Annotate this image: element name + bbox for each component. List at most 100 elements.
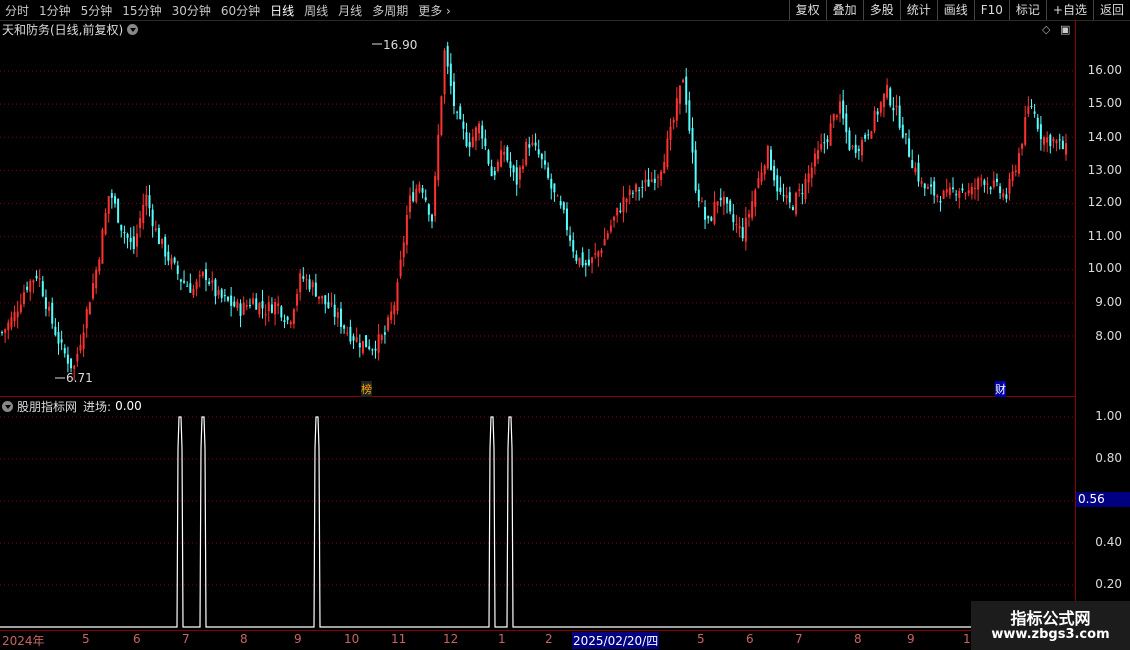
candle-body xyxy=(892,107,895,111)
x-label: 1 xyxy=(498,632,506,646)
candle-body xyxy=(980,178,983,180)
candle-body xyxy=(857,149,860,151)
candle-body xyxy=(747,213,750,218)
candle-body xyxy=(647,179,650,187)
candle-body xyxy=(625,198,628,203)
candle-body xyxy=(446,45,449,67)
candle-body xyxy=(675,98,678,121)
candle-body xyxy=(1014,170,1017,173)
candle-body xyxy=(1027,106,1030,114)
candle-body xyxy=(126,234,129,238)
candle-body xyxy=(443,50,446,95)
candle-body xyxy=(895,105,898,108)
candle-body xyxy=(393,305,396,315)
candle-body xyxy=(478,123,481,134)
ind-tick-0-20: 0.20 xyxy=(1095,577,1122,591)
candle-body xyxy=(305,279,308,281)
candle-body xyxy=(493,171,496,176)
candle-body xyxy=(1002,193,1005,198)
x-label: 12 xyxy=(443,632,459,646)
candle-body xyxy=(851,146,854,148)
candle-body xyxy=(682,79,685,83)
candle-body xyxy=(1052,138,1055,142)
candle-body xyxy=(908,138,911,157)
candle-body xyxy=(264,314,267,316)
candle-body xyxy=(1017,153,1020,174)
x-label: 7 xyxy=(182,632,190,646)
candle-body xyxy=(904,133,907,135)
candle-body xyxy=(421,188,424,193)
candle-body xyxy=(606,233,609,239)
low-price-label: 6.71 xyxy=(66,371,93,385)
rank-badge[interactable]: 榜 xyxy=(361,381,372,397)
candle-body xyxy=(468,142,471,148)
candle-body xyxy=(876,111,879,115)
back-button[interactable]: 返回 xyxy=(1092,0,1130,20)
candle-body xyxy=(496,161,499,171)
candle-body xyxy=(452,81,455,107)
candle-body xyxy=(1030,106,1033,108)
candle-body xyxy=(713,202,716,224)
candle-body xyxy=(559,201,562,206)
x-label: 8 xyxy=(854,632,862,646)
candle-body xyxy=(321,295,324,299)
candle-body xyxy=(1005,194,1008,199)
dropdown-circle-icon[interactable] xyxy=(2,400,13,412)
candle-body xyxy=(565,208,568,231)
price-tick-8: 8.00 xyxy=(1095,329,1122,343)
candle-body xyxy=(1058,139,1061,141)
candle-body xyxy=(154,228,157,231)
candle-body xyxy=(688,100,691,131)
candle-body xyxy=(1011,171,1014,181)
chart-canvas[interactable] xyxy=(0,0,1075,630)
candle-body xyxy=(380,335,383,340)
candle-body xyxy=(569,235,572,241)
candle-body xyxy=(678,85,681,104)
candle-body xyxy=(299,273,302,293)
candle-body xyxy=(57,331,60,344)
x-label: 10 xyxy=(344,632,360,646)
candle-body xyxy=(1043,137,1046,145)
price-tick-15: 15.00 xyxy=(1087,96,1122,110)
candle-body xyxy=(1036,117,1039,130)
candle-body xyxy=(584,262,587,266)
candle-body xyxy=(405,214,408,245)
candle-body xyxy=(995,178,998,183)
candle-body xyxy=(898,105,901,128)
finance-badge[interactable]: 财 xyxy=(995,381,1006,397)
candle-body xyxy=(653,178,656,183)
candle-body xyxy=(506,147,509,161)
candle-body xyxy=(289,321,292,325)
candle-body xyxy=(879,102,882,113)
candle-body xyxy=(19,304,22,313)
candle-body xyxy=(437,134,440,181)
cursor-date-label: 2025/02/20/四 xyxy=(572,632,660,649)
candle-body xyxy=(192,288,195,296)
candle-body xyxy=(672,119,675,123)
candle-body xyxy=(302,276,305,279)
candle-body xyxy=(820,143,823,150)
candle-body xyxy=(779,187,782,192)
candle-body xyxy=(145,194,148,207)
candle-body xyxy=(955,194,958,196)
ind-tick-1-00: 1.00 xyxy=(1095,409,1122,423)
candle-body xyxy=(183,280,186,283)
candle-body xyxy=(782,195,785,197)
candle-body xyxy=(4,329,7,333)
candle-body xyxy=(594,253,597,255)
candle-body xyxy=(873,110,876,131)
candle-body xyxy=(459,106,462,120)
candle-body xyxy=(333,304,336,317)
candle-body xyxy=(1021,144,1024,149)
candle-body xyxy=(29,280,32,292)
candle-body xyxy=(95,269,98,289)
candle-body xyxy=(958,190,961,198)
candle-body xyxy=(553,183,556,193)
candle-body xyxy=(1033,111,1036,114)
candle-body xyxy=(785,195,788,199)
candle-body xyxy=(280,306,283,318)
candle-body xyxy=(933,181,936,196)
indicator-name: 股朋指标网 xyxy=(17,399,78,414)
candle-body xyxy=(286,316,289,321)
ind-tick-0-80: 0.80 xyxy=(1095,451,1122,465)
